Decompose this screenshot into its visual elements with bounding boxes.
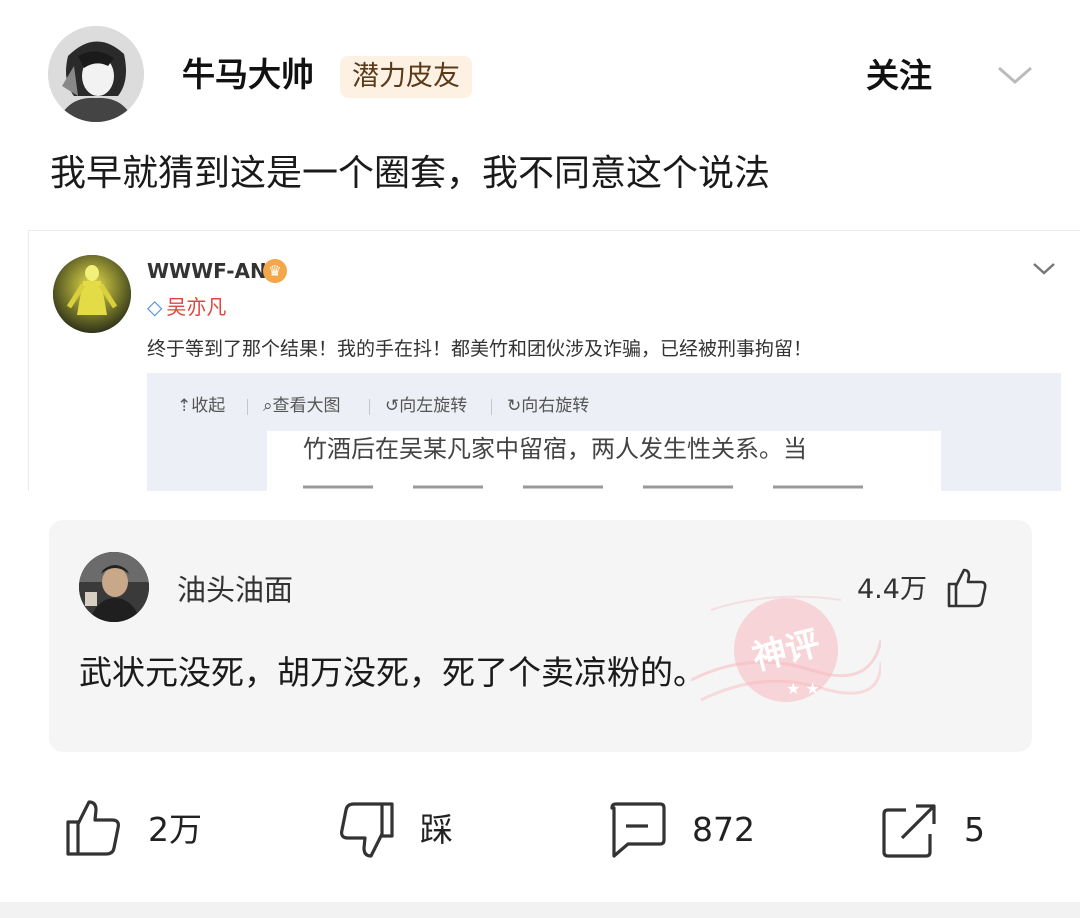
commenter-avatar[interactable] <box>79 552 149 622</box>
collapse-item: ⇡收起 <box>177 396 226 416</box>
embedded-username: WWWF-AN <box>147 259 267 283</box>
like-count[interactable]: 2万 <box>148 808 202 852</box>
thumbs-up-icon[interactable] <box>945 566 989 610</box>
share-count[interactable]: 5 <box>964 808 985 852</box>
rotate-left-icon: ↺ <box>385 396 400 416</box>
quoted-document: 竹酒后在吴某凡家中留宿，两人发生性关系。当 <box>267 431 941 491</box>
diamond-icon: ◇ <box>147 295 163 319</box>
thumbs-down-icon[interactable] <box>336 800 396 860</box>
featured-comment-stamp: 神评 ★ ★ <box>691 595 881 702</box>
embedded-avatar <box>53 255 131 333</box>
search-icon: ⌕ <box>263 396 273 416</box>
arrow-up-icon: ⇡ <box>177 396 192 416</box>
hot-comment-card[interactable]: 神评 ★ ★ 油头油面 4.4万 武状元没死，胡万没死，死了个卖凉粉的。 <box>49 520 1032 752</box>
embedded-chevron-down-icon <box>1031 257 1057 279</box>
comment-icon[interactable] <box>608 800 668 860</box>
crown-badge-icon: ♛ <box>263 259 287 283</box>
svg-text:★ ★: ★ ★ <box>786 679 820 698</box>
author-avatar[interactable] <box>48 26 144 122</box>
comment-text: 武状元没死，胡万没死，死了个卖凉粉的。 <box>79 653 706 692</box>
rotate-right-item: ↻向右旋转 <box>507 396 590 416</box>
author-name[interactable]: 牛马大帅 <box>182 52 314 98</box>
embedded-screenshot[interactable]: WWWF-AN ♛ ◇ 吴亦凡 终于等到了那个结果！我的手在抖！都美竹和团伙涉及诈… <box>28 230 1080 491</box>
embedded-subtitle: ◇ 吴亦凡 <box>147 295 227 319</box>
embedded-text: 终于等到了那个结果！我的手在抖！都美竹和团伙涉及诈骗，已经被刑事拘留！ <box>147 338 813 360</box>
comment-like-count: 4.4万 <box>857 574 927 605</box>
comment-count[interactable]: 872 <box>692 808 755 852</box>
embedded-toolbar: ⇡收起 ⌕查看大图 ↺向左旋转 ↻向右旋转 竹酒后在吴某凡家中留宿，两人发生性关… <box>147 373 1061 491</box>
quoted-text-line: 竹酒后在吴某凡家中留宿，两人发生性关系。当 <box>303 435 807 463</box>
share-icon[interactable] <box>880 800 940 860</box>
bottom-divider <box>0 902 1080 918</box>
view-large-item: ⌕查看大图 <box>263 396 341 416</box>
follow-button[interactable]: 关注 <box>866 54 932 98</box>
commenter-name[interactable]: 油头油面 <box>177 570 293 610</box>
user-badge: 潜力皮友 <box>340 56 472 98</box>
dislike-label[interactable]: 踩 <box>420 808 453 852</box>
thumbs-up-icon[interactable] <box>64 798 124 858</box>
rotate-right-icon: ↻ <box>507 396 522 416</box>
rotate-left-item: ↺向左旋转 <box>385 396 468 416</box>
chevron-down-icon[interactable] <box>996 58 1034 92</box>
post-text: 我早就猜到这是一个圈套，我不同意这个说法 <box>50 153 771 194</box>
quoted-text-line-cut <box>303 477 903 491</box>
